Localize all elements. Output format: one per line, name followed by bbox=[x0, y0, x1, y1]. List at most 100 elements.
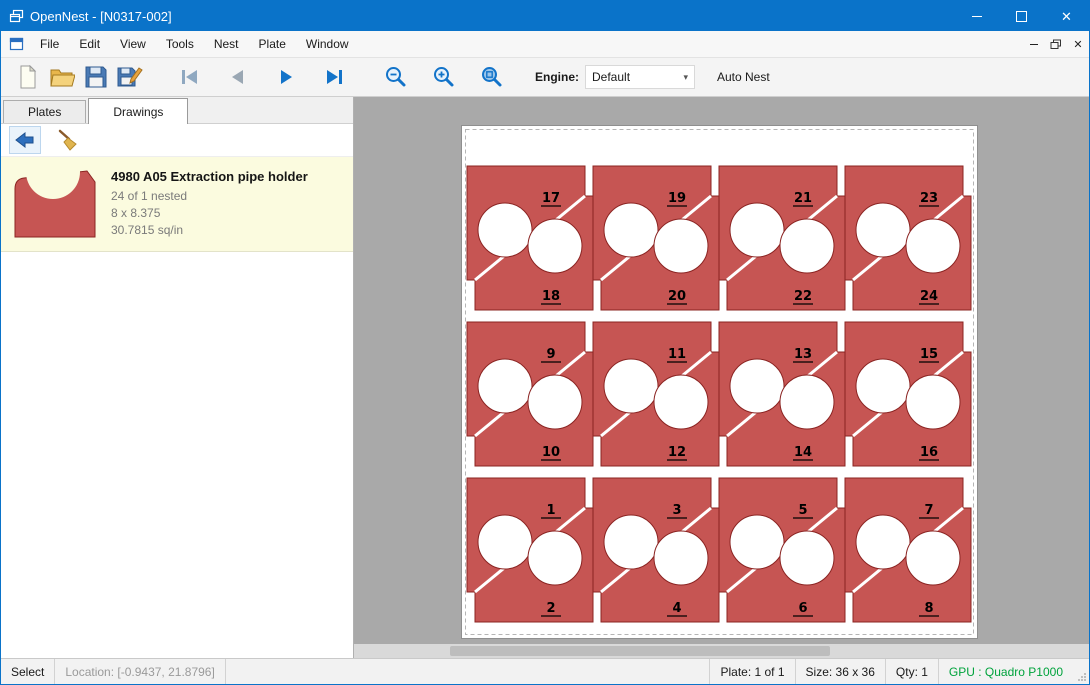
maximize-button[interactable] bbox=[999, 1, 1044, 31]
part-number-label: 14 bbox=[794, 445, 812, 460]
pipe-hole-bottom bbox=[654, 531, 708, 585]
menu-window[interactable]: Window bbox=[296, 33, 359, 55]
next-plate-button[interactable] bbox=[269, 61, 303, 93]
engine-select[interactable]: Default ▾ bbox=[585, 65, 695, 89]
scrollbar-thumb[interactable] bbox=[450, 646, 830, 656]
zoom-out-button[interactable] bbox=[379, 61, 413, 93]
resize-grip[interactable] bbox=[1073, 659, 1089, 684]
tab-drawings[interactable]: Drawings bbox=[88, 98, 188, 124]
pipe-hole-bottom bbox=[654, 219, 708, 273]
save-button[interactable] bbox=[79, 61, 113, 93]
pipe-hole-bottom bbox=[780, 375, 834, 429]
open-folder-icon bbox=[49, 66, 75, 88]
nested-part-pair[interactable]: 910 bbox=[467, 322, 593, 466]
window-title: OpenNest - [N0317-002] bbox=[30, 9, 172, 24]
menu-view[interactable]: View bbox=[110, 33, 156, 55]
part-number-label: 7 bbox=[924, 503, 933, 518]
return-to-drawings-button[interactable] bbox=[9, 126, 41, 154]
nest-canvas[interactable]: 171819202122232491011121314151612345678 bbox=[354, 97, 1089, 658]
pipe-hole-bottom bbox=[906, 531, 960, 585]
plate-drawing[interactable]: 171819202122232491011121314151612345678 bbox=[462, 126, 977, 638]
zoom-out-icon bbox=[384, 65, 408, 89]
close-icon: ✕ bbox=[1061, 10, 1072, 23]
engine-selected-value: Default bbox=[592, 70, 630, 84]
drawing-dimensions: 8 x 8.375 bbox=[111, 205, 308, 222]
drawing-info: 4980 A05 Extraction pipe holder 24 of 1 … bbox=[111, 165, 308, 241]
app-icon bbox=[9, 9, 24, 23]
drawing-list-item[interactable]: 4980 A05 Extraction pipe holder 24 of 1 … bbox=[1, 156, 353, 252]
last-plate-button[interactable] bbox=[317, 61, 351, 93]
drawing-nested-count: 24 of 1 nested bbox=[111, 188, 308, 205]
close-button[interactable]: ✕ bbox=[1044, 1, 1089, 31]
menu-nest[interactable]: Nest bbox=[204, 33, 249, 55]
minimize-button[interactable] bbox=[954, 1, 999, 31]
zoom-fit-button[interactable] bbox=[475, 61, 509, 93]
nested-part-pair[interactable]: 1516 bbox=[845, 322, 971, 466]
part-number-label: 4 bbox=[672, 601, 681, 616]
save-edit-icon bbox=[117, 65, 143, 89]
child-close-button[interactable]: ✕ bbox=[1067, 34, 1089, 54]
previous-plate-button[interactable] bbox=[221, 61, 255, 93]
pipe-hole-top bbox=[478, 359, 532, 413]
part-number-label: 21 bbox=[794, 191, 812, 206]
menu-file[interactable]: File bbox=[30, 33, 69, 55]
pipe-hole-bottom bbox=[528, 219, 582, 273]
drawing-area: 30.7815 sq/in bbox=[111, 222, 308, 239]
nested-part-pair[interactable]: 2324 bbox=[845, 166, 971, 310]
main-toolbar: Engine: Default ▾ Auto Nest bbox=[1, 58, 1089, 97]
nested-part-pair[interactable]: 12 bbox=[467, 478, 593, 622]
pipe-hole-top bbox=[478, 515, 532, 569]
pipe-hole-bottom bbox=[528, 375, 582, 429]
nested-part-pair[interactable]: 56 bbox=[719, 478, 845, 622]
broom-icon bbox=[56, 129, 80, 151]
pipe-hole-top bbox=[478, 203, 532, 257]
part-number-label: 11 bbox=[668, 347, 686, 362]
document-icon bbox=[9, 37, 24, 51]
minimize-icon bbox=[972, 16, 982, 17]
nested-part-pair[interactable]: 78 bbox=[845, 478, 971, 622]
child-close-icon: ✕ bbox=[1073, 38, 1082, 51]
nested-part-pair[interactable]: 1920 bbox=[593, 166, 719, 310]
part-number-label: 19 bbox=[668, 191, 686, 206]
nested-part-pair[interactable]: 1314 bbox=[719, 322, 845, 466]
child-minimize-button[interactable] bbox=[1023, 34, 1045, 54]
save-as-button[interactable] bbox=[113, 61, 147, 93]
child-restore-icon bbox=[1050, 39, 1062, 50]
part-number-label: 3 bbox=[672, 503, 681, 518]
auto-nest-button[interactable]: Auto Nest bbox=[717, 70, 770, 84]
maximize-icon bbox=[1016, 11, 1027, 22]
nested-part-pair[interactable]: 2122 bbox=[719, 166, 845, 310]
plate[interactable]: 171819202122232491011121314151612345678 bbox=[461, 125, 978, 639]
clean-button[interactable] bbox=[53, 127, 83, 153]
menu-tools[interactable]: Tools bbox=[156, 33, 204, 55]
tab-plates[interactable]: Plates bbox=[3, 100, 86, 123]
pipe-hole-top bbox=[856, 203, 910, 257]
menu-edit[interactable]: Edit bbox=[69, 33, 110, 55]
nested-part-pair[interactable]: 34 bbox=[593, 478, 719, 622]
horizontal-scrollbar[interactable] bbox=[354, 644, 1089, 658]
arrow-back-icon bbox=[14, 131, 36, 149]
zoom-fit-icon bbox=[480, 65, 504, 89]
pipe-hole-top bbox=[604, 203, 658, 257]
pipe-hole-top bbox=[730, 515, 784, 569]
part-number-label: 6 bbox=[798, 601, 807, 616]
nested-part-pair[interactable]: 1718 bbox=[467, 166, 593, 310]
pipe-hole-bottom bbox=[906, 219, 960, 273]
first-plate-button[interactable] bbox=[173, 61, 207, 93]
zoom-in-icon bbox=[432, 65, 456, 89]
menu-plate[interactable]: Plate bbox=[249, 33, 296, 55]
content-area: Plates Drawings bbox=[1, 97, 1089, 658]
open-button[interactable] bbox=[45, 61, 79, 93]
part-number-label: 20 bbox=[668, 289, 686, 304]
part-number-label: 2 bbox=[546, 601, 555, 616]
part-number-label: 15 bbox=[920, 347, 938, 362]
drawing-thumbnail bbox=[11, 169, 99, 241]
part-number-label: 16 bbox=[920, 445, 938, 460]
child-restore-button[interactable] bbox=[1045, 34, 1067, 54]
part-number-label: 8 bbox=[924, 601, 933, 616]
sidebar: Plates Drawings bbox=[1, 97, 354, 658]
zoom-in-button[interactable] bbox=[427, 61, 461, 93]
new-button[interactable] bbox=[11, 61, 45, 93]
nested-part-pair[interactable]: 1112 bbox=[593, 322, 719, 466]
go-next-icon bbox=[274, 66, 298, 88]
